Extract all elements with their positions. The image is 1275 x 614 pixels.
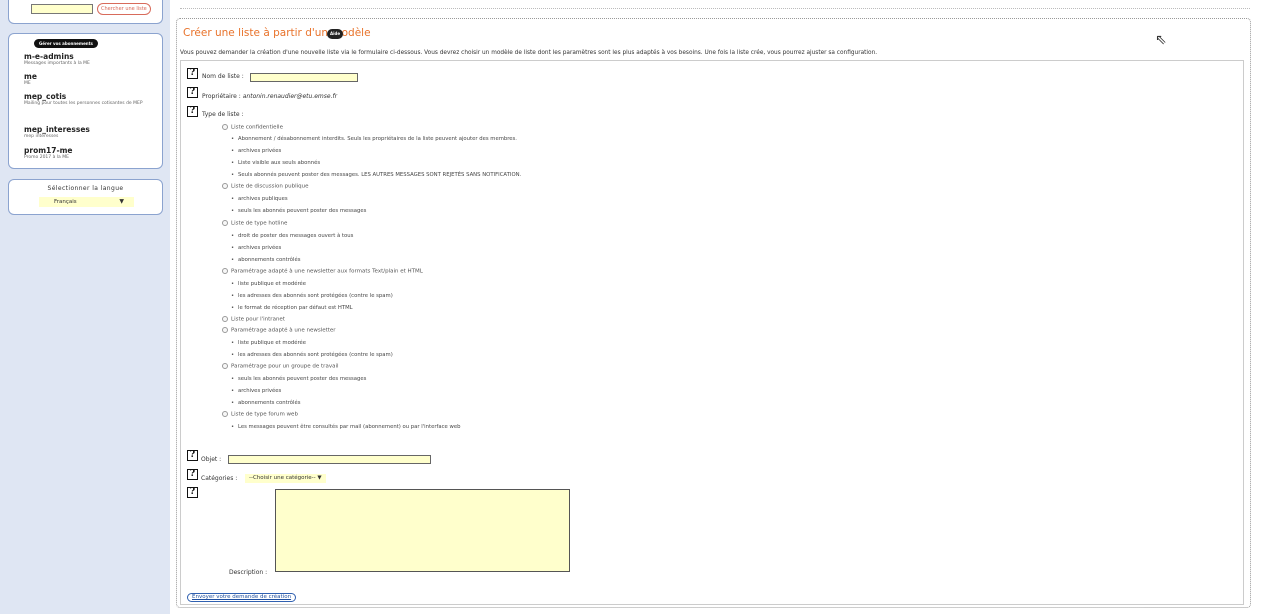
type-option-label: Paramétrage adapté à une newsletter: [231, 327, 336, 334]
dropdown-arrow-icon: ▼: [317, 475, 322, 481]
list-name[interactable]: prom17-me: [24, 146, 159, 155]
type-bullet: abonnements contrôlés: [231, 400, 300, 406]
type-bullet: archives privées: [231, 245, 281, 251]
subject-input[interactable]: [228, 455, 431, 464]
type-bullet: archives privées: [231, 388, 281, 394]
radio-button[interactable]: [222, 124, 228, 130]
language-value: Français: [54, 199, 77, 205]
subject-label: Objet :: [201, 456, 222, 463]
list-desc: Promo 2017 à la ME: [24, 155, 69, 160]
manage-subscriptions-button[interactable]: Gérer vos abonnements: [34, 39, 98, 48]
type-option-label: Liste pour l'intranet: [231, 316, 285, 323]
type-option-label: Liste de type forum web: [231, 411, 298, 418]
dropdown-arrow-icon: ▼: [119, 198, 124, 205]
list-name[interactable]: me: [24, 72, 159, 81]
language-box: Sélectionner la langue Français ▼: [8, 179, 163, 215]
type-option[interactable]: Liste de discussion publique: [222, 183, 309, 190]
type-bullet: Liste visible aux seuls abonnés: [231, 160, 320, 166]
list-name-input[interactable]: [250, 73, 358, 82]
list-desc: ME: [24, 81, 31, 86]
search-box: Chercher une liste: [8, 0, 163, 24]
type-option[interactable]: Liste pour l'intranet: [222, 316, 285, 323]
type-bullet: seuls les abonnés peuvent poster des mes…: [231, 376, 366, 382]
list-item[interactable]: mep_cotis Mailing pour toutes les person…: [24, 92, 159, 107]
help-icon[interactable]: ?: [187, 450, 198, 461]
radio-button[interactable]: [222, 363, 228, 369]
type-bullet: Seuls abonnés peuvent poster des message…: [231, 172, 521, 178]
type-bullet: archives publiques: [231, 196, 288, 202]
type-bullet: seuls les abonnés peuvent poster des mes…: [231, 208, 366, 214]
categories-label: Catégories :: [201, 475, 238, 482]
list-desc: mep interesses: [24, 134, 59, 139]
type-bullet: Les messages peuvent être consultés par …: [231, 424, 460, 430]
type-bullet: droit de poster des messages ouvert à to…: [231, 233, 353, 239]
help-button[interactable]: Aide: [327, 29, 344, 39]
type-bullet: Abonnement / désabonnement interdits. Se…: [231, 136, 517, 142]
language-select[interactable]: Français ▼: [39, 197, 134, 207]
radio-button[interactable]: [222, 220, 228, 226]
type-bullet: archives privées: [231, 148, 281, 154]
list-item[interactable]: mep_interesses mep interesses: [24, 125, 159, 140]
description-label: Description :: [229, 569, 268, 576]
help-icon[interactable]: ?: [187, 106, 198, 117]
type-bullet: liste publique et modérée: [231, 340, 306, 346]
categories-value: --Choisir une catégorie--: [249, 475, 316, 481]
help-icon[interactable]: ?: [187, 87, 198, 98]
list-item[interactable]: m-e-admins Messages importants à la ME: [24, 52, 159, 67]
list-item[interactable]: me ME: [24, 72, 159, 87]
top-divider: [180, 8, 1250, 9]
type-option[interactable]: Paramétrage adapté à une newsletter: [222, 327, 336, 334]
list-item[interactable]: prom17-me Promo 2017 à la ME: [24, 146, 159, 161]
search-list-button[interactable]: Chercher une liste: [97, 3, 151, 15]
help-icon[interactable]: ?: [187, 487, 198, 498]
owner-value: antonin.renaudier@etu.emse.fr: [242, 93, 338, 100]
type-option[interactable]: Paramétrage pour un groupe de travail: [222, 363, 339, 370]
list-name-label: Nom de liste :: [202, 73, 244, 80]
language-title: Sélectionner la langue: [47, 185, 124, 192]
mouse-cursor-icon: ⇖: [1155, 32, 1167, 48]
radio-button[interactable]: [222, 183, 228, 189]
list-name[interactable]: mep_interesses: [24, 125, 159, 134]
radio-button[interactable]: [222, 411, 228, 417]
search-input[interactable]: [31, 4, 93, 14]
type-option-label: Liste de discussion publique: [231, 183, 309, 190]
list-name[interactable]: mep_cotis: [24, 92, 159, 101]
help-icon[interactable]: ?: [187, 68, 198, 79]
type-bullet: le format de réception par défaut est HT…: [231, 305, 353, 311]
help-icon[interactable]: ?: [187, 469, 198, 480]
type-bullet: liste publique et modérée: [231, 281, 306, 287]
intro-text: Vous pouvez demander la création d'une n…: [180, 50, 878, 56]
type-option[interactable]: Liste de type hotline: [222, 220, 287, 227]
radio-button[interactable]: [222, 268, 228, 274]
radio-button[interactable]: [222, 316, 228, 322]
type-option-label: Paramétrage adapté à une newsletter aux …: [231, 268, 423, 275]
list-name[interactable]: m-e-admins: [24, 52, 159, 61]
list-desc: Mailing pour toutes les personnes cotisa…: [24, 101, 143, 106]
type-option[interactable]: Liste de type forum web: [222, 411, 298, 418]
type-option-label: Paramétrage pour un groupe de travail: [231, 363, 339, 370]
type-option-label: Liste confidentielle: [231, 124, 283, 131]
owner-label: Propriétaire : antonin.renaudier@etu.ems…: [202, 93, 337, 100]
type-bullet: abonnements contrôlés: [231, 257, 300, 263]
description-textarea[interactable]: [275, 489, 570, 572]
type-option-label: Liste de type hotline: [231, 220, 288, 227]
list-desc: Messages importants à la ME: [24, 61, 90, 66]
submit-creation-button[interactable]: Envoyer votre demande de création: [187, 593, 297, 602]
radio-button[interactable]: [222, 327, 228, 333]
type-option[interactable]: Liste confidentielle: [222, 124, 283, 131]
type-option[interactable]: Paramétrage adapté à une newsletter aux …: [222, 268, 423, 275]
type-bullet: les adresses des abonnés sont protégées …: [231, 352, 393, 358]
my-lists-box: Gérer vos abonnements m-e-admins Message…: [8, 33, 163, 169]
type-bullet: les adresses des abonnés sont protégées …: [231, 293, 393, 299]
list-type-label: Type de liste :: [202, 111, 244, 118]
categories-select[interactable]: --Choisir une catégorie-- ▼: [245, 474, 326, 483]
owner-label-text: Propriétaire :: [202, 93, 241, 100]
